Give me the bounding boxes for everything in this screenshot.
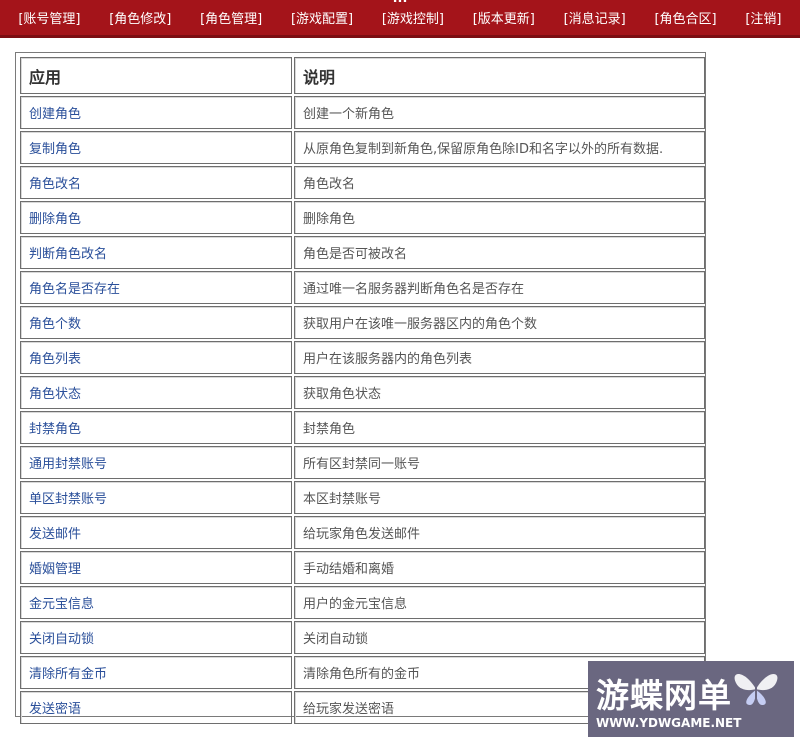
function-name-link[interactable]: 角色个数 xyxy=(20,306,292,339)
table-row: 通用封禁账号 所有区封禁同一账号 xyxy=(20,446,705,479)
table-header-row: 应用 说明 xyxy=(20,57,705,94)
function-description: 手动结婚和离婚 xyxy=(294,551,705,584)
table-row: 角色状态 获取角色状态 xyxy=(20,376,705,409)
table-row: 复制角色 从原角色复制到新角色,保留原角色除ID和名字以外的所有数据. xyxy=(20,131,705,164)
table-row: 发送邮件 给玩家角色发送邮件 xyxy=(20,516,705,549)
function-name-link[interactable]: 角色改名 xyxy=(20,166,292,199)
function-name-link[interactable]: 婚姻管理 xyxy=(20,551,292,584)
function-description: 本区封禁账号 xyxy=(294,481,705,514)
nav-account-management[interactable]: [账号管理] xyxy=(18,8,80,27)
watermark-url: WWW.YDWGAME.NET xyxy=(596,716,742,730)
function-description: 获取用户在该唯一服务器区内的角色个数 xyxy=(294,306,705,339)
function-description: 获取角色状态 xyxy=(294,376,705,409)
table-row: 角色列表 用户在该服务器内的角色列表 xyxy=(20,341,705,374)
function-description: 关闭自动锁 xyxy=(294,621,705,654)
function-description: 角色改名 xyxy=(294,166,705,199)
nav-game-config[interactable]: [游戏配置] xyxy=(291,8,353,27)
nav-message-log[interactable]: [消息记录] xyxy=(564,8,626,27)
function-name-link[interactable]: 通用封禁账号 xyxy=(20,446,292,479)
function-name-link[interactable]: 删除角色 xyxy=(20,201,292,234)
nav-logout[interactable]: [注销] xyxy=(745,8,781,27)
function-name-link[interactable]: 金元宝信息 xyxy=(20,586,292,619)
function-description: 用户在该服务器内的角色列表 xyxy=(294,341,705,374)
main-menu: [账号管理] [角色修改] [角色管理] [游戏配置] [游戏控制] [版本更新… xyxy=(0,7,800,27)
butterfly-icon xyxy=(734,673,778,705)
function-description: 通过唯一名服务器判断角色名是否存在 xyxy=(294,271,705,304)
table-row: 关闭自动锁 关闭自动锁 xyxy=(20,621,705,654)
table-row: 角色名是否存在 通过唯一名服务器判断角色名是否存在 xyxy=(20,271,705,304)
function-name-link[interactable]: 角色列表 xyxy=(20,341,292,374)
table-row: 角色个数 获取用户在该唯一服务器区内的角色个数 xyxy=(20,306,705,339)
function-description: 所有区封禁同一账号 xyxy=(294,446,705,479)
column-header-function: 应用 xyxy=(20,57,292,94)
function-name-link[interactable]: 发送密语 xyxy=(20,691,292,724)
table-row: 婚姻管理 手动结婚和离婚 xyxy=(20,551,705,584)
top-nav-bar: ... [账号管理] [角色修改] [角色管理] [游戏配置] [游戏控制] [… xyxy=(0,0,800,38)
function-name-link[interactable]: 封禁角色 xyxy=(20,411,292,444)
function-name-link[interactable]: 清除所有金币 xyxy=(20,656,292,689)
function-description: 用户的金元宝信息 xyxy=(294,586,705,619)
function-description: 角色是否可被改名 xyxy=(294,236,705,269)
table-row: 封禁角色 封禁角色 xyxy=(20,411,705,444)
function-name-link[interactable]: 复制角色 xyxy=(20,131,292,164)
function-name-link[interactable]: 关闭自动锁 xyxy=(20,621,292,654)
function-table: 应用 说明 创建角色 创建一个新角色 复制角色 从原角色复制到新角色,保留原角色除ID… xyxy=(18,55,707,726)
table-row: 单区封禁账号 本区封禁账号 xyxy=(20,481,705,514)
function-name-link[interactable]: 创建角色 xyxy=(20,96,292,129)
table-row: 金元宝信息 用户的金元宝信息 xyxy=(20,586,705,619)
site-watermark: 游蝶网单 WWW.YDWGAME.NET xyxy=(588,661,794,737)
nav-game-control[interactable]: [游戏控制] xyxy=(382,8,444,27)
function-description: 封禁角色 xyxy=(294,411,705,444)
function-name-link[interactable]: 角色名是否存在 xyxy=(20,271,292,304)
nav-character-edit[interactable]: [角色修改] xyxy=(109,8,171,27)
table-row: 删除角色 删除角色 xyxy=(20,201,705,234)
nav-character-management[interactable]: [角色管理] xyxy=(200,8,262,27)
page-title: ... xyxy=(0,0,800,6)
nav-server-merge[interactable]: [角色合区] xyxy=(654,8,716,27)
watermark-brand: 游蝶网单 xyxy=(596,676,732,715)
function-name-link[interactable]: 发送邮件 xyxy=(20,516,292,549)
function-description: 删除角色 xyxy=(294,201,705,234)
function-table-panel: 应用 说明 创建角色 创建一个新角色 复制角色 从原角色复制到新角色,保留原角色除ID… xyxy=(15,52,706,724)
function-name-link[interactable]: 单区封禁账号 xyxy=(20,481,292,514)
function-name-link[interactable]: 角色状态 xyxy=(20,376,292,409)
column-header-description: 说明 xyxy=(294,57,705,94)
table-row: 判断角色改名 角色是否可被改名 xyxy=(20,236,705,269)
function-name-link[interactable]: 判断角色改名 xyxy=(20,236,292,269)
function-description: 给玩家角色发送邮件 xyxy=(294,516,705,549)
table-row: 角色改名 角色改名 xyxy=(20,166,705,199)
function-description: 创建一个新角色 xyxy=(294,96,705,129)
nav-version-update[interactable]: [版本更新] xyxy=(473,8,535,27)
function-description: 从原角色复制到新角色,保留原角色除ID和名字以外的所有数据. xyxy=(294,131,705,164)
table-row: 创建角色 创建一个新角色 xyxy=(20,96,705,129)
